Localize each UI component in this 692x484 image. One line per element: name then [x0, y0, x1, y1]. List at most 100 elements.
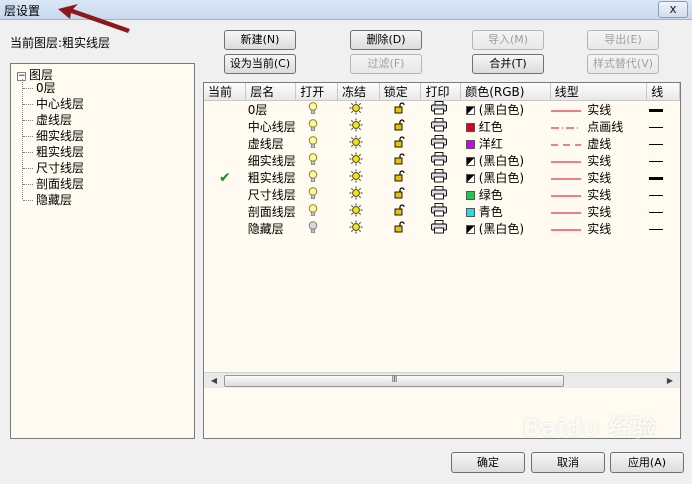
current-cell[interactable]: [204, 186, 246, 203]
print-cell[interactable]: [421, 220, 461, 237]
apply-button[interactable]: 应用(A): [610, 452, 684, 473]
print-cell[interactable]: [421, 186, 461, 203]
unlock-icon[interactable]: [394, 221, 406, 236]
freeze-cell[interactable]: [337, 203, 379, 220]
layer-table[interactable]: 当前 层名 打开 冻结 锁定 打印 颜色(RGB) 线型线 0层 (黑白色) 实线 中心线层 …: [203, 82, 681, 439]
sun-icon[interactable]: [349, 101, 363, 118]
printer-icon[interactable]: [431, 152, 447, 169]
set-current-button[interactable]: 设为当前(C): [224, 54, 296, 74]
tree-item[interactable]: 隐藏层: [23, 192, 84, 208]
filter-button[interactable]: 过滤(F): [350, 54, 422, 74]
tree-item[interactable]: 尺寸线层: [23, 160, 84, 176]
printer-icon[interactable]: [431, 220, 447, 237]
col-open-header[interactable]: 打开: [295, 83, 338, 101]
print-cell[interactable]: [421, 101, 461, 119]
import-button[interactable]: 导入(M): [472, 30, 544, 50]
table-row[interactable]: 中心线层 红色 点画线: [204, 118, 680, 135]
open-cell[interactable]: [296, 186, 338, 203]
col-print-header[interactable]: 打印: [420, 83, 462, 101]
table-row[interactable]: 细实线层 (黑白色) 实线: [204, 152, 680, 169]
horizontal-scrollbar[interactable]: ◀ III ▶: [204, 372, 680, 388]
open-cell[interactable]: [296, 101, 338, 119]
linetype-cell[interactable]: 点画线: [550, 118, 647, 135]
linetype-cell[interactable]: 实线: [550, 203, 647, 220]
printer-icon[interactable]: [431, 118, 447, 135]
col-freeze-header[interactable]: 冻结: [337, 83, 380, 101]
layer-name-cell[interactable]: 细实线层: [246, 152, 296, 169]
col-lock-header[interactable]: 锁定: [379, 83, 422, 101]
color-cell[interactable]: (黑白色): [461, 169, 550, 186]
print-cell[interactable]: [421, 203, 461, 220]
freeze-cell[interactable]: [337, 169, 379, 186]
tree-item[interactable]: 0层: [23, 80, 84, 96]
col-linetype-header[interactable]: 线型: [550, 83, 648, 101]
lineweight-cell[interactable]: [647, 118, 680, 135]
lineweight-cell[interactable]: [647, 220, 680, 237]
unlock-icon[interactable]: [394, 136, 406, 151]
freeze-cell[interactable]: [337, 186, 379, 203]
lock-cell[interactable]: [379, 152, 421, 169]
current-cell[interactable]: [204, 203, 246, 220]
layer-name-cell[interactable]: 剖面线层: [246, 203, 296, 220]
unlock-icon[interactable]: [394, 119, 406, 134]
bulb-off-icon[interactable]: [308, 220, 318, 237]
current-cell[interactable]: [204, 135, 246, 152]
col-color-header[interactable]: 颜色(RGB): [460, 83, 551, 101]
table-row[interactable]: 尺寸线层 绿色 实线: [204, 186, 680, 203]
bulb-on-icon[interactable]: [308, 203, 318, 220]
freeze-cell[interactable]: [337, 152, 379, 169]
current-cell[interactable]: [204, 220, 246, 237]
open-cell[interactable]: [296, 220, 338, 237]
printer-icon[interactable]: [431, 101, 447, 118]
lock-cell[interactable]: [379, 135, 421, 152]
color-cell[interactable]: (黑白色): [461, 101, 550, 119]
delete-button[interactable]: 删除(D): [350, 30, 422, 50]
tree-item[interactable]: 细实线层: [23, 128, 84, 144]
print-cell[interactable]: [421, 135, 461, 152]
export-button[interactable]: 导出(E): [587, 30, 659, 50]
unlock-icon[interactable]: [394, 170, 406, 185]
scroll-left-icon[interactable]: ◀: [206, 373, 222, 389]
sun-icon[interactable]: [349, 169, 363, 186]
bulb-on-icon[interactable]: [308, 169, 318, 186]
close-button[interactable]: x: [658, 1, 688, 18]
unlock-icon[interactable]: [394, 102, 406, 117]
color-cell[interactable]: (黑白色): [461, 152, 550, 169]
open-cell[interactable]: [296, 135, 338, 152]
lock-cell[interactable]: [379, 203, 421, 220]
freeze-cell[interactable]: [337, 118, 379, 135]
unlock-icon[interactable]: [394, 153, 406, 168]
lock-cell[interactable]: [379, 186, 421, 203]
table-row[interactable]: 0层 (黑白色) 实线: [204, 101, 680, 119]
layer-name-cell[interactable]: 尺寸线层: [246, 186, 296, 203]
new-button[interactable]: 新建(N): [224, 30, 296, 50]
lineweight-cell[interactable]: [647, 169, 680, 186]
layer-name-cell[interactable]: 中心线层: [246, 118, 296, 135]
lock-cell[interactable]: [379, 220, 421, 237]
linetype-cell[interactable]: 实线: [550, 186, 647, 203]
tree-item[interactable]: 中心线层: [23, 96, 84, 112]
sun-icon[interactable]: [349, 152, 363, 169]
open-cell[interactable]: [296, 169, 338, 186]
color-cell[interactable]: 绿色: [461, 186, 550, 203]
color-cell[interactable]: 红色: [461, 118, 550, 135]
layer-name-cell[interactable]: 虚线层: [246, 135, 296, 152]
bulb-on-icon[interactable]: [308, 152, 318, 169]
sun-icon[interactable]: [349, 118, 363, 135]
layer-name-cell[interactable]: 隐藏层: [246, 220, 296, 237]
open-cell[interactable]: [296, 203, 338, 220]
print-cell[interactable]: [421, 152, 461, 169]
lineweight-cell[interactable]: [647, 186, 680, 203]
col-current-header[interactable]: 当前: [204, 83, 247, 101]
lock-cell[interactable]: [379, 169, 421, 186]
lock-cell[interactable]: [379, 101, 421, 119]
open-cell[interactable]: [296, 152, 338, 169]
freeze-cell[interactable]: [337, 101, 379, 119]
ok-button[interactable]: 确定: [451, 452, 525, 473]
color-cell[interactable]: (黑白色): [461, 220, 550, 237]
linetype-cell[interactable]: 实线: [550, 101, 647, 119]
linetype-cell[interactable]: 实线: [550, 152, 647, 169]
sun-icon[interactable]: [349, 203, 363, 220]
cancel-button[interactable]: 取消: [531, 452, 605, 473]
scroll-right-icon[interactable]: ▶: [662, 373, 678, 389]
